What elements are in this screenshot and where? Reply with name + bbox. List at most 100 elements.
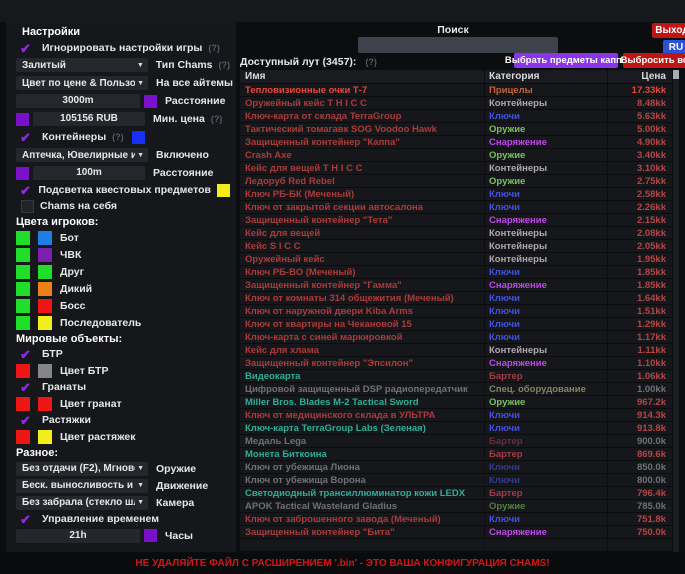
color-swatch[interactable] <box>16 397 30 411</box>
color-swatch[interactable] <box>38 316 52 330</box>
search-input[interactable] <box>358 37 558 53</box>
setting-quest-highlight[interactable]: ✔ Подсветка квестовых предметов <box>6 182 236 198</box>
help-hint[interactable]: (?) <box>211 114 223 124</box>
table-row[interactable]: APOK Tactical Wasteland GladiusОружие785… <box>240 500 672 513</box>
table-row[interactable]: Ключ от заброшенного завода (Меченый)Клю… <box>240 513 672 526</box>
containers-distance-color-swatch[interactable] <box>16 167 29 180</box>
color-swatch[interactable] <box>38 231 52 245</box>
table-row[interactable]: Защищенный контейнер "Гамма"Снаряжение1.… <box>240 279 672 292</box>
table-row[interactable]: Кейс для хламаКонтейнеры1.11kk <box>240 344 672 357</box>
exit-button[interactable]: Выход <box>652 23 685 38</box>
containers-color-swatch[interactable] <box>132 131 145 144</box>
select-kappa-button[interactable]: Выбрать предметы каппа <box>514 53 618 68</box>
quest-color-swatch[interactable] <box>217 184 230 197</box>
color-swatch[interactable] <box>16 430 30 444</box>
min-price-color-swatch[interactable] <box>16 113 29 126</box>
table-scrollbar[interactable] <box>673 70 679 552</box>
color-swatch[interactable] <box>38 265 52 279</box>
setting-time-control[interactable]: ✔ Управление временем <box>6 511 236 527</box>
table-row[interactable]: Защищенный контейнер "Эпсилон"Снаряжение… <box>240 357 672 370</box>
column-price[interactable]: Цена <box>607 70 672 83</box>
table-row[interactable]: Кейс S I C CКонтейнеры2.05kk <box>240 240 672 253</box>
table-row[interactable]: Ключ от медицинского склада в УЛЬТРАКлюч… <box>240 409 672 422</box>
table-row[interactable]: Защищенный контейнер "Каппа"Снаряжение4.… <box>240 136 672 149</box>
table-row[interactable]: Медаль LegaБартер900.0k <box>240 435 672 448</box>
distance-input[interactable]: 3000m <box>16 94 140 108</box>
color-swatch[interactable] <box>16 265 30 279</box>
table-row[interactable]: Светодиодный трансиллюминатор кожи LEDXБ… <box>240 487 672 500</box>
table-row[interactable]: Цифровой защищенный DSP радиопередатчикС… <box>240 383 672 396</box>
color-swatch[interactable] <box>16 282 30 296</box>
table-row[interactable]: Оружейный кейсКонтейнеры1.95kk <box>240 253 672 266</box>
table-row[interactable]: Кейс для вещей T H I C CКонтейнеры3.10kk <box>240 162 672 175</box>
hours-input[interactable]: 21h <box>16 529 140 543</box>
setting-tripwires[interactable]: ✔ Растяжки <box>6 412 236 428</box>
checkbox-checked-icon[interactable]: ✔ <box>20 348 36 361</box>
table-row[interactable]: Crash AxeОружие3.40kk <box>240 149 672 162</box>
distance-color-swatch[interactable] <box>144 95 157 108</box>
color-swatch[interactable] <box>16 299 30 313</box>
table-row[interactable]: Защищенный контейнер "Бита"Снаряжение750… <box>240 526 672 539</box>
help-hint[interactable]: (?) <box>365 57 377 67</box>
color-swatch[interactable] <box>38 248 52 262</box>
setting-containers[interactable]: ✔ Контейнеры (?) <box>6 128 236 146</box>
column-category[interactable]: Категория <box>484 70 607 83</box>
chams-type-dropdown[interactable]: Залитый ▼ <box>16 58 148 72</box>
setting-ignore-game[interactable]: ✔ Игнорировать настройки игры (?) <box>6 40 236 56</box>
checkbox-checked-icon[interactable]: ✔ <box>20 42 36 55</box>
table-row[interactable]: Ледоруб Red RebelОружие2.75kk <box>240 175 672 188</box>
help-hint[interactable]: (?) <box>112 132 124 142</box>
table-row[interactable]: Тепловизионные очки Т-7Прицелы17.33kk <box>240 84 672 97</box>
hours-color-swatch[interactable] <box>144 529 157 542</box>
table-row[interactable]: Тактический томагавк SOG Voodoo HawkОруж… <box>240 123 672 136</box>
setting-chams-self[interactable]: Chams на себя <box>6 198 236 214</box>
table-row[interactable]: Ключ РБ-ВО (Меченый)Ключи1.85kk <box>240 266 672 279</box>
table-row[interactable]: Оружейный кейс T H I C CКонтейнеры8.48kk <box>240 97 672 110</box>
color-swatch[interactable] <box>38 397 52 411</box>
color-swatch[interactable] <box>16 248 30 262</box>
setting-grenades[interactable]: ✔ Гранаты <box>6 379 236 395</box>
camera-dropdown[interactable]: Без забрала (стекло шлема) ▼ <box>16 496 148 510</box>
table-row[interactable]: Ключ-карта TerraGroup Labs (Зеленая)Ключ… <box>240 422 672 435</box>
table-row[interactable]: Ключ от закрытой секции автосалонаКлючи2… <box>240 201 672 214</box>
checkbox-checked-icon[interactable]: ✔ <box>20 414 36 427</box>
help-hint[interactable]: (?) <box>219 60 231 70</box>
table-row[interactable]: Ключ от наружной двери Kiba ArmsКлючи1.5… <box>240 305 672 318</box>
color-swatch[interactable] <box>16 231 30 245</box>
table-row[interactable]: Ключ от убежища ЛионаКлючи850.0k <box>240 461 672 474</box>
weapon-dropdown[interactable]: Без отдачи (F2), Мгновенное п ▼ <box>16 462 148 476</box>
color-swatch[interactable] <box>38 282 52 296</box>
color-swatch[interactable] <box>38 299 52 313</box>
movement-dropdown[interactable]: Беск. выносливость и нет уста ▼ <box>16 479 148 493</box>
containers-distance-input[interactable]: 100m <box>33 166 145 180</box>
help-hint[interactable]: (?) <box>208 43 220 53</box>
table-row[interactable]: Кейс для вещейКонтейнеры2.08kk <box>240 227 672 240</box>
color-swatch[interactable] <box>38 430 52 444</box>
containers-filter-dropdown[interactable]: Аптечка, Ювелирные и... ▼ <box>16 148 148 162</box>
all-items-dropdown[interactable]: Цвет по цене & Пользователь ▼ <box>16 76 148 90</box>
color-swatch[interactable] <box>16 364 30 378</box>
discard-all-button[interactable]: Выбросить все <box>623 53 685 68</box>
table-row[interactable]: Ключ от квартиры на Чекановой 15Ключи1.2… <box>240 318 672 331</box>
checkbox-checked-icon[interactable]: ✔ <box>20 381 36 394</box>
table-row[interactable]: Защищенный контейнер "Тета"Снаряжение2.1… <box>240 214 672 227</box>
table-row[interactable]: Ключ от комнаты 314 общежития (Меченый)К… <box>240 292 672 305</box>
table-row[interactable]: Ключ от убежища ВоронаКлючи800.0k <box>240 474 672 487</box>
column-name[interactable]: Имя <box>240 71 484 82</box>
language-button[interactable]: RU <box>663 40 685 54</box>
setting-btr[interactable]: ✔ БТР <box>6 346 236 362</box>
table-row[interactable]: ВидеокартаБартер1.06kk <box>240 370 672 383</box>
scrollbar-thumb[interactable] <box>673 70 679 79</box>
checkbox-checked-icon[interactable]: ✔ <box>20 131 36 144</box>
table-row[interactable] <box>240 539 672 552</box>
table-row[interactable]: Miller Bros. Blades M-2 Tactical SwordОр… <box>240 396 672 409</box>
table-row[interactable]: Ключ-карта от склада TerraGroupКлючи5.63… <box>240 110 672 123</box>
checkbox-checked-icon[interactable]: ✔ <box>20 184 32 197</box>
table-row[interactable]: Ключ-карта с синей маркировкойКлючи1.17k… <box>240 331 672 344</box>
color-swatch[interactable] <box>16 316 30 330</box>
min-price-input[interactable]: 105156 RUB <box>33 112 145 126</box>
color-swatch[interactable] <box>38 364 52 378</box>
checkbox-unchecked[interactable] <box>21 200 34 213</box>
checkbox-checked-icon[interactable]: ✔ <box>20 513 36 526</box>
table-row[interactable]: Монета БиткоинаБартер869.6k <box>240 448 672 461</box>
